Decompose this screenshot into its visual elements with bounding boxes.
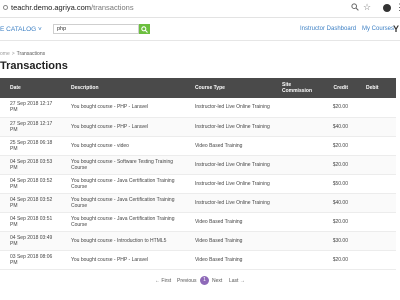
cell-credit: $50.00: [322, 174, 352, 194]
search-icon: [141, 26, 148, 33]
cell-site-commission: [272, 212, 322, 232]
column-header-description[interactable]: Description: [61, 78, 185, 98]
cell-course-type: Video Based Training: [185, 136, 272, 156]
cell-description: You bought course - Introduction to HTML…: [61, 231, 185, 251]
column-header-date[interactable]: Date: [0, 78, 61, 98]
table-row: 04 Sep 2018 03:51 PM You bought course -…: [0, 212, 396, 232]
cell-debit: [352, 117, 396, 137]
breadcrumb-current: Transactions: [16, 51, 46, 57]
cell-credit: $20.00: [322, 250, 352, 270]
cell-course-type: Video Based Training: [185, 231, 272, 251]
pagination-current-page[interactable]: 1: [200, 276, 209, 285]
table-header-row: Date Description Course Type Site Commis…: [0, 78, 396, 98]
extension-icon[interactable]: [383, 4, 391, 12]
cell-course-type: Instructor-led Live Online Training: [185, 174, 272, 194]
search-input[interactable]: [53, 24, 139, 34]
cell-site-commission: [272, 155, 322, 175]
cell-description: You bought course - Java Certification T…: [61, 193, 185, 213]
cell-date: 03 Sep 2018 08:06 PM: [0, 250, 61, 270]
cell-date: 04 Sep 2018 03:49 PM: [0, 231, 61, 251]
cell-description: You bought course - Java Certification T…: [61, 212, 185, 232]
column-header-debit[interactable]: Debit: [352, 78, 396, 98]
cell-date: 04 Sep 2018 03:51 PM: [0, 212, 61, 232]
cell-date: 25 Sep 2018 06:18 PM: [0, 136, 61, 156]
cell-description: You bought course - PHP - Laravel: [61, 250, 185, 270]
search-button[interactable]: [139, 24, 150, 34]
catalog-menu[interactable]: E CATALOG ˅: [0, 26, 42, 33]
cell-credit: $40.00: [322, 193, 352, 213]
address-url[interactable]: teachr.demo.agriya.com/transactions: [11, 3, 134, 12]
cell-debit: [352, 98, 396, 118]
table-row: 25 Sep 2018 06:18 PM You bought course -…: [0, 136, 396, 156]
url-path: /transactions: [91, 3, 134, 12]
cell-debit: [352, 193, 396, 213]
table-row: 04 Sep 2018 03:52 PM You bought course -…: [0, 174, 396, 194]
cell-date: 27 Sep 2018 12:17 PM: [0, 117, 61, 137]
star-icon[interactable]: ☆: [363, 1, 371, 13]
cell-debit: [352, 212, 396, 232]
cell-date: 04 Sep 2018 03:52 PM: [0, 174, 61, 194]
cell-debit: [352, 231, 396, 251]
cell-date: 27 Sep 2018 12:17 PM: [0, 98, 61, 118]
cell-debit: [352, 136, 396, 156]
cell-debit: [352, 155, 396, 175]
column-header-course-type[interactable]: Course Type: [185, 78, 272, 98]
table-row: 04 Sep 2018 03:53 PM You bought course -…: [0, 155, 396, 175]
cell-credit: $20.00: [322, 155, 352, 175]
cell-course-type: Instructor-led Live Online Training: [185, 193, 272, 213]
user-menu[interactable]: Y: [393, 24, 399, 34]
cell-credit: $40.00: [322, 117, 352, 137]
cell-credit: $30.00: [322, 231, 352, 251]
cell-course-type: Video Based Training: [185, 212, 272, 232]
cell-course-type: Instructor-led Live Online Training: [185, 117, 272, 137]
breadcrumb: ome > Transactions: [0, 51, 45, 57]
cell-site-commission: [272, 193, 322, 213]
cell-description: You bought course - PHP - Laravel: [61, 117, 185, 137]
cell-course-type: Instructor-led Live Online Training: [185, 98, 272, 118]
cell-site-commission: [272, 174, 322, 194]
cell-course-type: Video Based Training: [185, 250, 272, 270]
column-header-site-commission[interactable]: Site Commission: [272, 78, 322, 98]
breadcrumb-home[interactable]: ome: [0, 51, 10, 57]
cell-description: You bought course - PHP - Laravel: [61, 98, 185, 118]
info-icon[interactable]: [3, 5, 8, 10]
cell-debit: [352, 174, 396, 194]
cell-site-commission: [272, 117, 322, 137]
transactions-table: Date Description Course Type Site Commis…: [0, 78, 396, 270]
site-header: E CATALOG ˅ Instructor Dashboard My Cour…: [0, 19, 400, 41]
cell-credit: $20.00: [322, 212, 352, 232]
table-row: 27 Sep 2018 12:17 PM You bought course -…: [0, 98, 396, 118]
cell-course-type: Instructor-led Live Online Training: [185, 155, 272, 175]
cell-site-commission: [272, 98, 322, 118]
table-row: 27 Sep 2018 12:17 PM You bought course -…: [0, 117, 396, 137]
table-row: 04 Sep 2018 03:49 PM You bought course -…: [0, 231, 396, 251]
breadcrumb-separator: >: [11, 51, 15, 57]
cell-debit: [352, 250, 396, 270]
table-row: 03 Sep 2018 08:06 PM You bought course -…: [0, 250, 396, 270]
cell-description: You bought course - video: [61, 136, 185, 156]
pagination-previous[interactable]: Previous: [177, 278, 196, 284]
column-header-credit[interactable]: Credit: [322, 78, 352, 98]
pagination-last[interactable]: Last →: [229, 278, 245, 284]
page-title: Transactions: [0, 60, 68, 72]
cell-site-commission: [272, 136, 322, 156]
cell-date: 04 Sep 2018 03:52 PM: [0, 193, 61, 213]
cell-site-commission: [272, 250, 322, 270]
table-row: 04 Sep 2018 03:52 PM You bought course -…: [0, 193, 396, 213]
cell-site-commission: [272, 231, 322, 251]
cell-description: You bought course - Java Certification T…: [61, 174, 185, 194]
search-icon[interactable]: [351, 2, 359, 14]
browser-address-bar: teachr.demo.agriya.com/transactions ☆ ⋮: [0, 0, 400, 18]
pagination-next[interactable]: Next: [212, 278, 222, 284]
url-host: teachr.demo.agriya.com: [11, 3, 92, 12]
cell-credit: $20.00: [322, 136, 352, 156]
instructor-dashboard-link[interactable]: Instructor Dashboard: [300, 26, 356, 32]
menu-icon[interactable]: ⋮: [395, 1, 400, 13]
cell-credit: $20.00: [322, 98, 352, 118]
cell-description: You bought course - Software Testing Tra…: [61, 155, 185, 175]
my-courses-link[interactable]: My Courses: [362, 26, 394, 32]
cell-date: 04 Sep 2018 03:53 PM: [0, 155, 61, 175]
pagination-first[interactable]: ← First: [155, 278, 171, 284]
